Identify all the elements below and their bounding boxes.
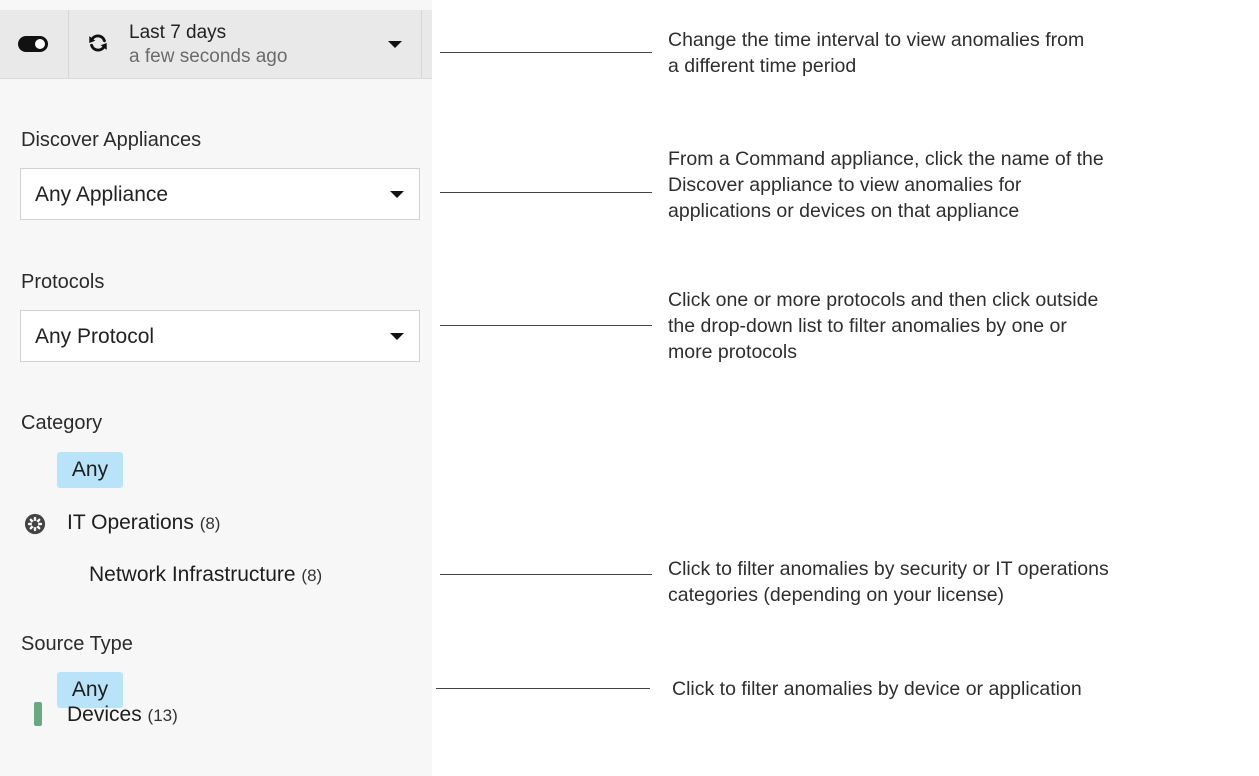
last-refreshed-text: a few seconds ago <box>129 46 288 67</box>
callout-protocols: Click one or more protocols and then cli… <box>668 287 1098 365</box>
source-type-item-count: (13) <box>147 706 178 725</box>
callout-line <box>440 325 652 326</box>
panel-toggle-button[interactable] <box>0 10 69 78</box>
callout-line-text: Click to filter anomalies by device or a… <box>672 678 1082 700</box>
callout-line-text: Discover appliance to view anomalies for <box>668 174 1022 196</box>
callout-line <box>436 688 650 689</box>
callout-category: Click to filter anomalies by security or… <box>668 556 1109 608</box>
toolbar-divider <box>421 10 422 78</box>
callout-line-text: Change the time interval to view anomali… <box>668 29 1085 51</box>
callout-line-text: Click to filter anomalies by security or… <box>668 558 1109 580</box>
discover-appliances-label: Discover Appliances <box>21 129 202 151</box>
callout-line-text: the drop-down list to filter anomalies b… <box>668 315 1067 337</box>
appliance-select[interactable]: Any Appliance <box>20 168 420 220</box>
category-item-label: IT Operations <box>67 511 194 534</box>
callout-line <box>440 574 652 575</box>
protocol-select[interactable]: Any Protocol <box>20 310 420 362</box>
category-item-count: (8) <box>199 514 221 533</box>
refresh-icon <box>89 34 107 52</box>
toggle-icon <box>18 36 48 52</box>
category-item-count: (8) <box>301 566 323 585</box>
callout-line-text: more protocols <box>668 341 797 363</box>
chevron-down-icon <box>388 41 402 48</box>
time-interval-selector[interactable]: Last 7 days a few seconds ago <box>69 10 421 78</box>
source-type-label: Source Type <box>21 633 133 655</box>
source-type-item-label: Devices <box>67 703 142 726</box>
callout-line <box>440 52 652 53</box>
callout-appliance: From a Command appliance, click the name… <box>668 146 1104 224</box>
time-toolbar: Last 7 days a few seconds ago <box>0 10 432 79</box>
callout-line-text: Click one or more protocols and then cli… <box>668 289 1099 311</box>
protocols-label: Protocols <box>21 271 105 293</box>
device-indicator-icon <box>34 702 42 726</box>
callout-line-text: From a Command appliance, click the name… <box>668 148 1104 170</box>
callout-line <box>440 192 652 193</box>
category-network-infrastructure[interactable]: Network Infrastructure (8) <box>89 563 322 587</box>
callout-line-text: a different time period <box>668 55 857 77</box>
callout-source-type: Click to filter anomalies by device or a… <box>672 676 1082 702</box>
category-it-operations[interactable]: IT Operations (8) <box>67 511 220 535</box>
source-type-devices[interactable]: Devices (13) <box>67 703 178 727</box>
callout-line-text: applications or devices on that applianc… <box>668 200 1020 222</box>
category-any-filter[interactable]: Any <box>57 452 123 488</box>
filter-panel: Last 7 days a few seconds ago Discover A… <box>0 0 432 776</box>
chevron-down-icon <box>390 191 404 198</box>
chevron-down-icon <box>390 333 404 340</box>
time-range-label: Last 7 days <box>129 22 227 43</box>
appliance-select-value: Any Appliance <box>35 183 169 206</box>
category-item-label: Network Infrastructure <box>89 563 296 586</box>
callout-time-interval: Change the time interval to view anomali… <box>668 27 1084 79</box>
category-label: Category <box>21 412 103 434</box>
gear-icon <box>24 513 46 535</box>
callout-line-text: categories (depending on your license) <box>668 584 1005 606</box>
protocol-select-value: Any Protocol <box>35 325 155 348</box>
